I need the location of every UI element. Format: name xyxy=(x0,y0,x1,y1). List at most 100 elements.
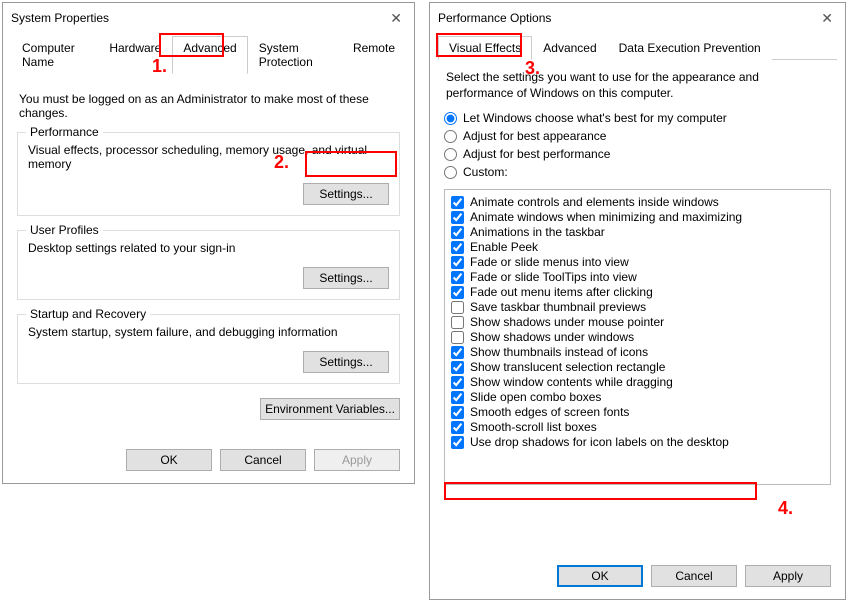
titlebar: System Properties ✕ xyxy=(3,3,414,33)
checkbox-input[interactable] xyxy=(451,361,464,374)
group-desc: Desktop settings related to your sign-in xyxy=(28,241,389,255)
checkbox-input[interactable] xyxy=(451,376,464,389)
checkbox-input[interactable] xyxy=(451,241,464,254)
intro-text: You must be logged on as an Administrato… xyxy=(19,92,398,120)
checkbox-input[interactable] xyxy=(451,301,464,314)
apply-button[interactable]: Apply xyxy=(314,449,400,471)
check-item[interactable]: Show translucent selection rectangle xyxy=(451,360,824,374)
group-legend: Startup and Recovery xyxy=(26,307,150,321)
check-item[interactable]: Animate windows when minimizing and maxi… xyxy=(451,210,824,224)
checkbox-label: Animate controls and elements inside win… xyxy=(470,195,719,209)
group-legend: User Profiles xyxy=(26,223,103,237)
group-user-profiles: User Profiles Desktop settings related t… xyxy=(17,230,400,300)
content-right: Select the settings you want to use for … xyxy=(430,60,845,495)
ok-button[interactable]: OK xyxy=(126,449,212,471)
description: Select the settings you want to use for … xyxy=(444,70,831,101)
tab-visual-effects[interactable]: Visual Effects xyxy=(438,36,532,60)
radio-input[interactable] xyxy=(444,166,457,179)
tabbar-left: Computer Name Hardware Advanced System P… xyxy=(11,35,406,74)
checkbox-input[interactable] xyxy=(451,331,464,344)
checkbox-input[interactable] xyxy=(451,406,464,419)
close-icon[interactable]: ✕ xyxy=(386,10,406,27)
check-item[interactable]: Show shadows under mouse pointer xyxy=(451,315,824,329)
checkbox-label: Show translucent selection rectangle xyxy=(470,360,665,374)
checkbox-label: Fade or slide menus into view xyxy=(470,255,629,269)
radio-input[interactable] xyxy=(444,130,457,143)
system-properties-dialog: System Properties ✕ Computer Name Hardwa… xyxy=(2,2,415,484)
tab-advanced[interactable]: Advanced xyxy=(172,36,247,74)
check-item[interactable]: Save taskbar thumbnail previews xyxy=(451,300,824,314)
checkbox-input[interactable] xyxy=(451,196,464,209)
checkbox-label: Show thumbnails instead of icons xyxy=(470,345,648,359)
radio-input[interactable] xyxy=(444,112,457,125)
check-item[interactable]: Show shadows under windows xyxy=(451,330,824,344)
user-profiles-settings-button[interactable]: Settings... xyxy=(303,267,389,289)
radio-option[interactable]: Adjust for best appearance xyxy=(444,129,831,143)
content-left: You must be logged on as an Administrato… xyxy=(3,74,414,430)
group-desc: Visual effects, processor scheduling, me… xyxy=(28,143,389,171)
dialog-buttons-left: OK Cancel Apply xyxy=(126,449,400,471)
check-item[interactable]: Slide open combo boxes xyxy=(451,390,824,404)
radio-option[interactable]: Adjust for best performance xyxy=(444,147,831,161)
checkbox-input[interactable] xyxy=(451,226,464,239)
checkbox-input[interactable] xyxy=(451,346,464,359)
check-item[interactable]: Animate controls and elements inside win… xyxy=(451,195,824,209)
tab-computer-name[interactable]: Computer Name xyxy=(11,36,98,74)
check-item[interactable]: Fade or slide ToolTips into view xyxy=(451,270,824,284)
checkbox-input[interactable] xyxy=(451,391,464,404)
checkbox-input[interactable] xyxy=(451,436,464,449)
tabbar-right: Visual Effects Advanced Data Execution P… xyxy=(438,35,837,60)
radio-list: Let Windows choose what's best for my co… xyxy=(444,111,831,179)
checkbox-input[interactable] xyxy=(451,316,464,329)
radio-input[interactable] xyxy=(444,148,457,161)
checkbox-input[interactable] xyxy=(451,271,464,284)
checkbox-label: Fade out menu items after clicking xyxy=(470,285,653,299)
group-performance: Performance Visual effects, processor sc… xyxy=(17,132,400,216)
env-variables-button[interactable]: Environment Variables... xyxy=(260,398,400,420)
check-item[interactable]: Use drop shadows for icon labels on the … xyxy=(451,435,824,449)
checkbox-input[interactable] xyxy=(451,256,464,269)
tab-hardware[interactable]: Hardware xyxy=(98,36,172,74)
check-item[interactable]: Show thumbnails instead of icons xyxy=(451,345,824,359)
check-item[interactable]: Smooth-scroll list boxes xyxy=(451,420,824,434)
tab-remote[interactable]: Remote xyxy=(342,36,406,74)
group-startup-recovery: Startup and Recovery System startup, sys… xyxy=(17,314,400,384)
check-item[interactable]: Fade out menu items after clicking xyxy=(451,285,824,299)
tab-system-protection[interactable]: System Protection xyxy=(248,36,342,74)
checkbox-label: Animate windows when minimizing and maxi… xyxy=(470,210,742,224)
radio-label: Adjust for best performance xyxy=(463,147,610,161)
tab-dep[interactable]: Data Execution Prevention xyxy=(608,36,772,60)
check-item[interactable]: Smooth edges of screen fonts xyxy=(451,405,824,419)
group-desc: System startup, system failure, and debu… xyxy=(28,325,389,339)
check-item[interactable]: Fade or slide menus into view xyxy=(451,255,824,269)
close-icon[interactable]: ✕ xyxy=(817,10,837,27)
check-item[interactable]: Animations in the taskbar xyxy=(451,225,824,239)
checkbox-label: Slide open combo boxes xyxy=(470,390,601,404)
performance-settings-button[interactable]: Settings... xyxy=(303,183,389,205)
checkbox-input[interactable] xyxy=(451,286,464,299)
checkbox-input[interactable] xyxy=(451,211,464,224)
window-title: System Properties xyxy=(11,11,109,25)
checkbox-input[interactable] xyxy=(451,421,464,434)
cancel-button[interactable]: Cancel xyxy=(651,565,737,587)
ok-button[interactable]: OK xyxy=(557,565,643,587)
checkbox-label: Animations in the taskbar xyxy=(470,225,605,239)
checkbox-label: Show window contents while dragging xyxy=(470,375,673,389)
titlebar: Performance Options ✕ xyxy=(430,3,845,33)
radio-label: Custom: xyxy=(463,165,508,179)
effects-checklist[interactable]: Animate controls and elements inside win… xyxy=(444,189,831,485)
startup-settings-button[interactable]: Settings... xyxy=(303,351,389,373)
checkbox-label: Save taskbar thumbnail previews xyxy=(470,300,646,314)
cancel-button[interactable]: Cancel xyxy=(220,449,306,471)
checkbox-label: Use drop shadows for icon labels on the … xyxy=(470,435,729,449)
checkbox-label: Enable Peek xyxy=(470,240,538,254)
radio-option[interactable]: Custom: xyxy=(444,165,831,179)
check-item[interactable]: Show window contents while dragging xyxy=(451,375,824,389)
dialog-buttons-right: OK Cancel Apply xyxy=(557,565,831,587)
apply-button[interactable]: Apply xyxy=(745,565,831,587)
radio-option[interactable]: Let Windows choose what's best for my co… xyxy=(444,111,831,125)
check-item[interactable]: Enable Peek xyxy=(451,240,824,254)
checkbox-label: Smooth-scroll list boxes xyxy=(470,420,597,434)
radio-label: Let Windows choose what's best for my co… xyxy=(463,111,727,125)
tab-advanced-perf[interactable]: Advanced xyxy=(532,36,607,60)
